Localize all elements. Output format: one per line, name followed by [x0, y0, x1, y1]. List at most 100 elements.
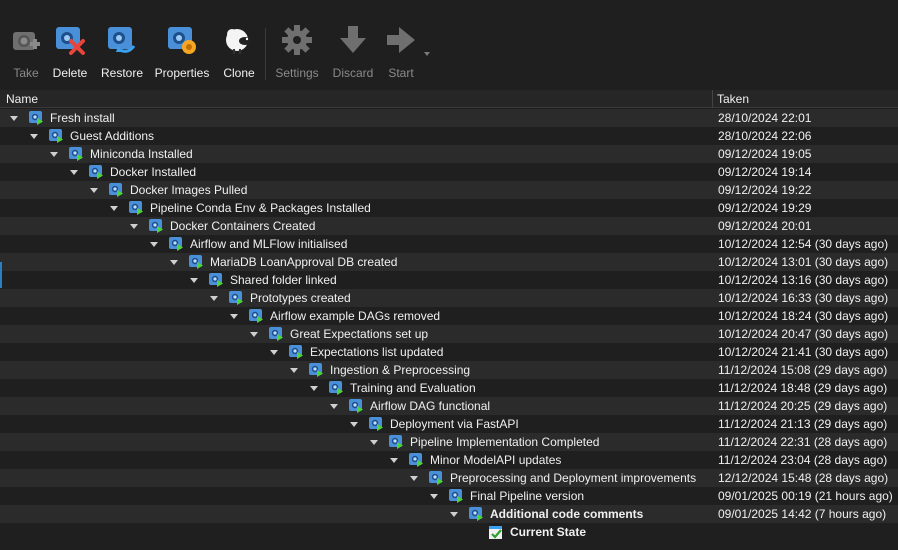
tree-header: Name Taken: [0, 90, 898, 108]
snapshot-row[interactable]: Docker Containers Created 09/12/2024 20:0…: [0, 217, 898, 235]
snapshot-name: Current State: [510, 525, 587, 539]
snapshot-icon: [208, 272, 224, 288]
snapshot-row[interactable]: Guest Additions 28/10/2024 22:06: [0, 127, 898, 145]
snapshot-icon: [428, 470, 444, 486]
expand-arrow-icon[interactable]: [330, 404, 338, 409]
expand-arrow-icon[interactable]: [290, 368, 298, 373]
expand-arrow-icon[interactable]: [270, 350, 278, 355]
expand-arrow-icon[interactable]: [70, 170, 78, 175]
snapshot-name: Prototypes created: [250, 291, 351, 305]
snapshot-taken: 10/12/2024 13:01 (30 days ago): [718, 255, 889, 269]
snapshot-taken: 09/12/2024 19:05: [718, 147, 812, 161]
snapshot-icon: [368, 416, 384, 432]
expand-arrow-icon[interactable]: [370, 440, 378, 445]
expand-arrow-icon[interactable]: [130, 224, 138, 229]
snapshot-row[interactable]: Shared folder linked 10/12/2024 13:16 (30…: [0, 271, 898, 289]
snapshot-icon: [168, 236, 184, 252]
snapshot-row[interactable]: MariaDB LoanApproval DB created 10/12/202…: [0, 253, 898, 271]
snapshot-row[interactable]: Final Pipeline version 09/01/2025 00:19 (…: [0, 487, 898, 505]
snapshot-taken: 11/12/2024 15:08 (29 days ago): [718, 363, 888, 377]
snapshot-taken: 10/12/2024 13:16 (30 days ago): [718, 273, 889, 287]
expand-arrow-icon[interactable]: [210, 296, 218, 301]
snapshot-row[interactable]: Prototypes created 10/12/2024 16:33 (30 d…: [0, 289, 898, 307]
expand-arrow-icon[interactable]: [50, 152, 58, 157]
snapshot-name: Preprocessing and Deployment improvement…: [450, 471, 697, 485]
start-label: Start: [388, 66, 414, 80]
snapshot-name: MariaDB LoanApproval DB created: [210, 255, 398, 269]
snapshot-row[interactable]: Airflow and MLFlow initialised 10/12/2024…: [0, 235, 898, 253]
expand-arrow-icon[interactable]: [230, 314, 238, 319]
snapshot-row[interactable]: Deployment via FastAPI 11/12/2024 21:13 (…: [0, 415, 898, 433]
snapshot-taken: 28/10/2024 22:01: [718, 111, 812, 125]
snapshot-name: Docker Images Pulled: [130, 183, 248, 197]
snapshot-icon: [348, 398, 364, 414]
snapshot-row[interactable]: Additional code comments 09/01/2025 14:42…: [0, 505, 898, 523]
settings-button[interactable]: Settings: [267, 24, 327, 84]
settings-label: Settings: [275, 66, 319, 80]
snapshot-name: Training and Evaluation: [350, 381, 476, 395]
snapshot-row[interactable]: Pipeline Conda Env & Packages Installed 0…: [0, 199, 898, 217]
snapshot-row[interactable]: Ingestion & Preprocessing 11/12/2024 15:0…: [0, 361, 898, 379]
expand-arrow-icon[interactable]: [110, 206, 118, 211]
snapshot-name: Pipeline Implementation Completed: [410, 435, 600, 449]
clone-button[interactable]: Clone: [209, 24, 269, 84]
snapshot-taken: 09/12/2024 20:01: [718, 219, 812, 233]
expand-arrow-icon[interactable]: [310, 386, 318, 391]
snapshots-tree: Name Taken Fresh install 28/10/2024 22:01…: [0, 90, 898, 550]
snapshot-row[interactable]: Docker Installed 09/12/2024 19:14: [0, 163, 898, 181]
snapshot-icon: [468, 506, 484, 522]
restore-label: Restore: [100, 66, 144, 80]
snapshot-name: Airflow example DAGs removed: [270, 309, 441, 323]
expand-arrow-icon[interactable]: [30, 134, 38, 139]
current-state-row[interactable]: Current State: [0, 523, 898, 541]
snapshot-taken: 09/01/2025 00:19 (21 hours ago): [718, 489, 893, 503]
expand-arrow-icon[interactable]: [170, 260, 178, 265]
expand-arrow-icon[interactable]: [410, 476, 418, 481]
expand-arrow-icon[interactable]: [190, 278, 198, 283]
snapshot-row[interactable]: Training and Evaluation 11/12/2024 18:48 …: [0, 379, 898, 397]
snapshot-icon: [88, 164, 104, 180]
snapshot-row[interactable]: Airflow example DAGs removed 10/12/2024 1…: [0, 307, 898, 325]
snapshot-row[interactable]: Great Expectations set up 10/12/2024 20:4…: [0, 325, 898, 343]
snapshot-row[interactable]: Pipeline Implementation Completed 11/12/2…: [0, 433, 898, 451]
clone-label: Clone: [223, 66, 255, 80]
snapshot-icon: [408, 452, 424, 468]
expand-arrow-icon[interactable]: [250, 332, 258, 337]
snapshot-row[interactable]: Minor ModelAPI updates 11/12/2024 23:04 (…: [0, 451, 898, 469]
expand-arrow-icon[interactable]: [430, 494, 438, 499]
expand-arrow-icon[interactable]: [350, 422, 358, 427]
snapshot-name: Minor ModelAPI updates: [430, 453, 562, 467]
taken-column-header[interactable]: Taken: [714, 90, 898, 108]
snapshot-row[interactable]: Miniconda Installed 09/12/2024 19:05: [0, 145, 898, 163]
expand-arrow-icon[interactable]: [150, 242, 158, 247]
snapshot-row[interactable]: Airflow DAG functional 11/12/2024 20:25 (…: [0, 397, 898, 415]
snapshot-taken: 09/01/2025 14:42 (7 hours ago): [718, 507, 887, 521]
snapshot-taken: 09/12/2024 19:29: [718, 201, 812, 215]
snapshot-row[interactable]: Expectations list updated 10/12/2024 21:4…: [0, 343, 898, 361]
window-edge-highlight: [0, 262, 2, 288]
delete-button[interactable]: Delete: [40, 24, 100, 84]
start-dropdown-arrow[interactable]: [424, 52, 430, 56]
expand-arrow-icon[interactable]: [10, 116, 18, 121]
restore-snapshot-icon: [108, 27, 136, 53]
restore-button[interactable]: Restore: [92, 24, 152, 84]
snapshot-name: Shared folder linked: [230, 273, 337, 287]
name-column-header[interactable]: Name: [0, 90, 713, 108]
snapshot-icon: [248, 308, 264, 324]
snapshot-row[interactable]: Preprocessing and Deployment improvement…: [0, 469, 898, 487]
expand-arrow-icon[interactable]: [90, 188, 98, 193]
snapshot-row[interactable]: Docker Images Pulled 09/12/2024 19:22: [0, 181, 898, 199]
snapshot-icon: [328, 380, 344, 396]
snapshot-name: Airflow and MLFlow initialised: [190, 237, 348, 251]
start-button[interactable]: Start: [371, 24, 431, 84]
snapshot-taken: 11/12/2024 21:13 (29 days ago): [718, 417, 888, 431]
snapshot-name: Miniconda Installed: [90, 147, 193, 161]
expand-arrow-icon[interactable]: [390, 458, 398, 463]
snapshot-row[interactable]: Fresh install 28/10/2024 22:01: [0, 109, 898, 127]
snapshot-icon: [308, 362, 324, 378]
discard-arrow-down-icon: [340, 26, 366, 53]
snapshot-name: Docker Containers Created: [170, 219, 316, 233]
snapshot-name: Fresh install: [50, 111, 115, 125]
expand-arrow-icon[interactable]: [450, 512, 458, 517]
properties-button[interactable]: Properties: [152, 24, 212, 84]
